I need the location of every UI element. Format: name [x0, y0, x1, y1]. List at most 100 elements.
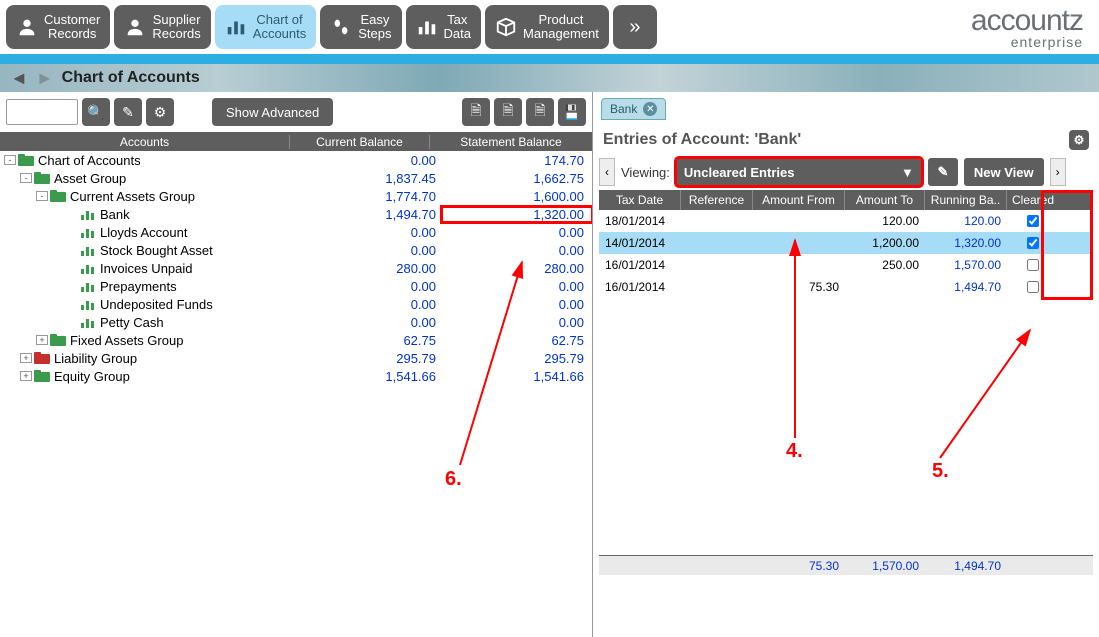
nav-tax-data[interactable]: Tax Data — [406, 5, 481, 49]
expander-icon[interactable]: + — [20, 371, 32, 381]
statement-balance: 0.00 — [442, 225, 592, 240]
doc-button-1[interactable]: 🗎 — [462, 98, 490, 126]
tab-bank[interactable]: Bank ✕ — [601, 98, 666, 120]
statement-balance: 0.00 — [442, 279, 592, 294]
current-balance: 62.75 — [302, 333, 442, 348]
bars-icon — [225, 16, 247, 38]
view-scroll-right[interactable]: › — [1050, 158, 1066, 186]
entry-row[interactable]: 18/01/2014120.00120.00 — [599, 210, 1093, 232]
tree-row[interactable]: +Liability Group295.79295.79 — [0, 349, 592, 367]
expander-icon[interactable]: - — [4, 155, 16, 165]
tree-row[interactable]: +Fixed Assets Group62.7562.75 — [0, 331, 592, 349]
tree-row[interactable]: Invoices Unpaid280.00280.00 — [0, 259, 592, 277]
nav-back-icon[interactable]: ◄ — [10, 68, 28, 89]
tree-row[interactable]: Bank 1,494.701,320.00 — [0, 205, 592, 223]
search-input[interactable] — [6, 99, 78, 125]
tree-row[interactable]: +Equity Group1,541.661,541.66 — [0, 367, 592, 385]
brand: accountz enterprise — [971, 4, 1093, 50]
view-select[interactable]: Uncleared Entries ▼ — [676, 158, 922, 186]
current-balance: 0.00 — [302, 315, 442, 330]
floppy-icon: 💾 — [563, 104, 580, 121]
view-edit-button[interactable]: ✎ — [928, 158, 958, 186]
current-balance: 280.00 — [302, 261, 442, 276]
folder-icon — [34, 370, 50, 382]
cleared-checkbox[interactable] — [1027, 259, 1039, 271]
statement-balance: 1,320.00 — [442, 207, 592, 222]
hdr-reference[interactable]: Reference — [681, 190, 753, 210]
expander-icon — [66, 209, 78, 219]
person-icon — [16, 16, 38, 38]
current-balance: 1,494.70 — [302, 207, 442, 222]
entries-settings-button[interactable]: ⚙ — [1069, 130, 1089, 150]
current-balance: 0.00 — [302, 279, 442, 294]
close-icon[interactable]: ✕ — [643, 102, 657, 116]
cell-run: 1,320.00 — [925, 236, 1007, 250]
accent-bar — [0, 54, 1099, 64]
expander-icon — [66, 317, 78, 327]
hdr-amount-to[interactable]: Amount To — [845, 190, 925, 210]
account-icon — [80, 316, 96, 328]
account-icon — [80, 298, 96, 310]
hdr-accounts: Accounts — [0, 135, 290, 149]
pencil-icon: ✎ — [937, 164, 948, 180]
entry-row[interactable]: 16/01/2014250.001,570.00 — [599, 254, 1093, 276]
cell-run: 120.00 — [925, 214, 1007, 228]
accounts-pane: 🔍 ✎ ⚙ Show Advanced 🗎 🗎 🗎 💾 Accounts Cur… — [0, 92, 593, 637]
current-balance: 1,774.70 — [302, 189, 442, 204]
hdr-amount-from[interactable]: Amount From — [753, 190, 845, 210]
hdr-cleared[interactable]: Cleared — [1007, 190, 1059, 210]
tree-row[interactable]: Undeposited Funds0.000.00 — [0, 295, 592, 313]
cleared-checkbox[interactable] — [1027, 237, 1039, 249]
nav-supplier-records[interactable]: Supplier Records — [114, 5, 210, 49]
save-button[interactable]: 💾 — [558, 98, 586, 126]
settings-button[interactable]: ⚙ — [146, 98, 174, 126]
nav-customer-records[interactable]: Customer Records — [6, 5, 110, 49]
chevron-down-icon: ▼ — [901, 165, 914, 180]
tree-row[interactable]: -Asset Group1,837.451,662.75 — [0, 169, 592, 187]
statement-balance: 280.00 — [442, 261, 592, 276]
account-name: Chart of Accounts — [38, 153, 141, 168]
nav-forward-icon[interactable]: ► — [36, 68, 54, 89]
nav-more-button[interactable]: » — [613, 5, 657, 49]
tree-row[interactable]: Lloyds Account0.000.00 — [0, 223, 592, 241]
account-name: Bank — [100, 207, 130, 222]
hdr-running-balance[interactable]: Running Ba.. — [925, 190, 1007, 210]
nav-easy-steps[interactable]: Easy Steps — [320, 5, 401, 49]
tree-row[interactable]: -Chart of Accounts0.00174.70 — [0, 151, 592, 169]
new-view-button[interactable]: New View — [964, 158, 1044, 186]
current-balance: 0.00 — [302, 297, 442, 312]
current-balance: 0.00 — [302, 225, 442, 240]
doc-button-2[interactable]: 🗎 — [494, 98, 522, 126]
tree-row[interactable]: Petty Cash0.000.00 — [0, 313, 592, 331]
cell-to: 250.00 — [845, 258, 925, 272]
doc-button-3[interactable]: 🗎 — [526, 98, 554, 126]
nav-chart-of-accounts[interactable]: Chart of Accounts — [215, 5, 316, 49]
tree-row[interactable]: -Current Assets Group1,774.701,600.00 — [0, 187, 592, 205]
statement-balance: 1,662.75 — [442, 171, 592, 186]
search-button[interactable]: 🔍 — [82, 98, 110, 126]
expander-icon[interactable]: + — [20, 353, 32, 363]
expander-icon[interactable]: + — [36, 335, 48, 345]
statement-balance: 62.75 — [442, 333, 592, 348]
entries-body: 18/01/2014120.00120.0014/01/20141,200.00… — [599, 210, 1093, 555]
tree-row[interactable]: Prepayments0.000.00 — [0, 277, 592, 295]
expander-icon[interactable]: - — [36, 191, 48, 201]
view-scroll-left[interactable]: ‹ — [599, 158, 615, 186]
cleared-checkbox[interactable] — [1027, 281, 1039, 293]
folder-icon — [34, 352, 50, 364]
hdr-tax-date[interactable]: Tax Date — [599, 190, 681, 210]
hdr-statement-balance: Statement Balance — [430, 135, 592, 149]
tree-row[interactable]: Stock Bought Asset0.000.00 — [0, 241, 592, 259]
expander-icon[interactable]: - — [20, 173, 32, 183]
cell-run: 1,494.70 — [925, 280, 1007, 294]
box-icon — [495, 16, 517, 38]
entry-row[interactable]: 16/01/201475.301,494.70 — [599, 276, 1093, 298]
search-icon: 🔍 — [87, 104, 104, 121]
show-advanced-button[interactable]: Show Advanced — [212, 98, 333, 126]
nav-product-management[interactable]: Product Management — [485, 5, 609, 49]
edit-button[interactable]: ✎ — [114, 98, 142, 126]
cleared-checkbox[interactable] — [1027, 215, 1039, 227]
cell-to: 120.00 — [845, 214, 925, 228]
top-nav: Customer Records Supplier Records Chart … — [0, 0, 1099, 54]
entry-row[interactable]: 14/01/20141,200.001,320.00 — [599, 232, 1093, 254]
